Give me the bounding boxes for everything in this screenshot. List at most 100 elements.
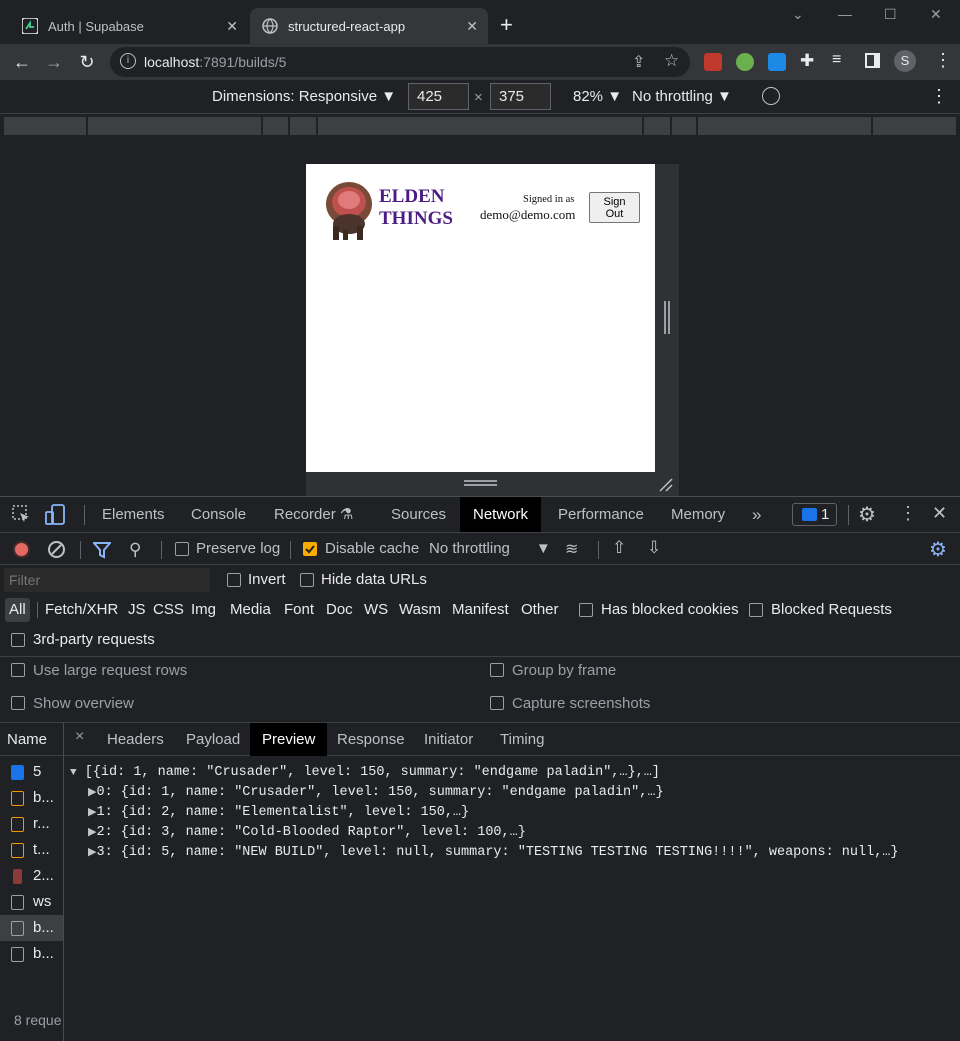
blocked-requests-checkbox[interactable] [749,603,763,617]
address-bar[interactable]: i localhost:7891/builds/5 ⇪ ☆ [110,47,690,77]
new-tab-button[interactable]: + [500,12,513,38]
invert-checkbox[interactable] [227,573,241,587]
request-row[interactable]: b... [0,941,63,967]
rotate-icon[interactable] [762,87,780,105]
close-detail-icon[interactable]: × [75,728,84,746]
inspect-element-icon[interactable] [12,505,31,524]
record-icon[interactable] [13,541,30,558]
preview-item-row[interactable]: ▶3: {id: 5, name: "NEW BUILD", level: nu… [70,843,950,863]
request-row[interactable]: t... [0,837,63,863]
type-filter-fetch-xhr[interactable]: Fetch/XHR [45,601,118,618]
share-icon[interactable]: ⇪ [632,52,645,72]
request-row[interactable]: r... [0,811,63,837]
browser-tab-structured-react-app[interactable]: structured-react-app ✕ [250,8,488,44]
throttling-dropdown[interactable]: No throttling ▼ [632,88,732,105]
preview-root-row[interactable]: ▼ [{id: 1, name: "Crusader", level: 150,… [70,763,950,783]
type-filter-img[interactable]: Img [191,601,216,618]
minimize-icon[interactable]: — [838,6,852,22]
browser-tab-supabase[interactable]: Auth | Supabase ✕ [10,8,248,44]
zoom-dropdown[interactable]: 82% ▼ [573,88,622,105]
reload-icon[interactable]: ↻ [75,50,99,74]
clear-icon[interactable] [48,541,65,558]
tab-payload[interactable]: Payload [174,723,252,756]
request-row[interactable]: 2... [0,863,63,889]
preview-item-row[interactable]: ▶0: {id: 1, name: "Crusader", level: 150… [70,783,950,803]
site-info-icon[interactable]: i [120,53,136,69]
network-settings-gear-icon[interactable]: ⚙ [929,537,947,562]
type-filter-all[interactable]: All [5,598,30,622]
tab-recorder[interactable]: Recorder ⚗ [262,497,365,532]
media-query-segment[interactable] [873,117,956,135]
tab-sources[interactable]: Sources [379,497,458,532]
puzzle-icon[interactable]: ✚ [800,51,814,71]
profile-avatar[interactable]: S [894,50,916,72]
request-row[interactable]: b... [0,785,63,811]
import-har-icon[interactable]: ⇧ [612,538,626,558]
tab-console[interactable]: Console [179,497,258,532]
frog-extension-icon[interactable] [736,53,754,71]
device-toggle-icon[interactable] [45,504,66,525]
name-column-header[interactable]: Name [0,723,63,756]
disable-cache-checkbox[interactable] [303,542,317,556]
network-throttling-dropdown[interactable]: No throttling ▼ [429,540,551,557]
type-filter-css[interactable]: CSS [153,601,184,618]
type-filter-other[interactable]: Other [521,601,559,618]
show-overview-checkbox[interactable] [11,696,25,710]
search-icon[interactable]: ⚲ [129,540,141,560]
request-row[interactable]: ws [0,889,63,915]
media-query-segment[interactable] [672,117,696,135]
forward-icon[interactable]: → [42,50,66,74]
device-height-input[interactable]: 375 [490,83,551,110]
corner-resize-icon[interactable] [658,477,673,492]
type-filter-wasm[interactable]: Wasm [399,601,441,618]
devtools-menu-icon[interactable]: ⋮ [899,503,917,524]
device-more-icon[interactable]: ⋮ [930,86,948,107]
media-query-segment[interactable] [290,117,316,135]
tab-search-icon[interactable]: ⌄ [792,6,804,23]
request-row-selected[interactable]: b... [0,915,63,941]
bottom-resize-handle[interactable] [306,472,679,496]
bookmark-star-icon[interactable]: ☆ [664,51,679,71]
hide-data-urls-checkbox[interactable] [300,573,314,587]
preserve-log-checkbox[interactable] [175,542,189,556]
type-filter-font[interactable]: Font [284,601,314,618]
preview-item-row[interactable]: ▶2: {id: 3, name: "Cold-Blooded Raptor",… [70,823,950,843]
has-blocked-cookies-checkbox[interactable] [579,603,593,617]
side-panel-icon[interactable] [865,53,880,68]
large-rows-checkbox[interactable] [11,663,25,677]
type-filter-js[interactable]: JS [128,601,146,618]
tab-preview[interactable]: Preview [250,723,328,756]
close-window-icon[interactable]: ✕ [930,6,942,23]
capture-screenshots-checkbox[interactable] [490,696,504,710]
maximize-icon[interactable]: ☐ [884,6,897,23]
type-filter-media[interactable]: Media [230,601,271,618]
media-query-segment[interactable] [263,117,288,135]
group-by-frame-checkbox[interactable] [490,663,504,677]
close-tab-icon[interactable]: ✕ [226,18,238,35]
export-har-icon[interactable]: ⇩ [647,538,661,558]
sign-out-button[interactable]: Sign Out [589,192,640,223]
type-filter-doc[interactable]: Doc [326,601,353,618]
dimensions-dropdown[interactable]: Dimensions: Responsive ▼ [212,88,396,105]
settings-gear-icon[interactable]: ⚙ [858,502,876,527]
close-tab-icon[interactable]: ✕ [466,18,478,35]
type-filter-manifest[interactable]: Manifest [452,601,509,618]
request-row[interactable]: 5 [0,759,63,785]
filter-input[interactable] [4,568,210,592]
extension-icon[interactable] [704,53,722,71]
tab-initiator[interactable]: Initiator [412,723,485,756]
media-query-segment[interactable] [4,117,86,135]
browser-menu-icon[interactable]: ⋮ [934,50,952,71]
right-resize-handle[interactable] [655,164,679,472]
back-icon[interactable]: ← [10,50,34,74]
tab-network[interactable]: Network [460,497,542,532]
preview-item-row[interactable]: ▶1: {id: 2, name: "Elementalist", level:… [70,803,950,823]
device-width-input[interactable]: 425 [408,83,469,110]
media-query-segment[interactable] [698,117,871,135]
third-party-checkbox[interactable] [11,633,25,647]
tab-elements[interactable]: Elements [90,497,177,532]
tab-memory[interactable]: Memory [659,497,737,532]
more-tabs-icon[interactable]: » [740,497,773,532]
type-filter-ws[interactable]: WS [364,601,388,618]
media-query-segment[interactable] [88,117,261,135]
